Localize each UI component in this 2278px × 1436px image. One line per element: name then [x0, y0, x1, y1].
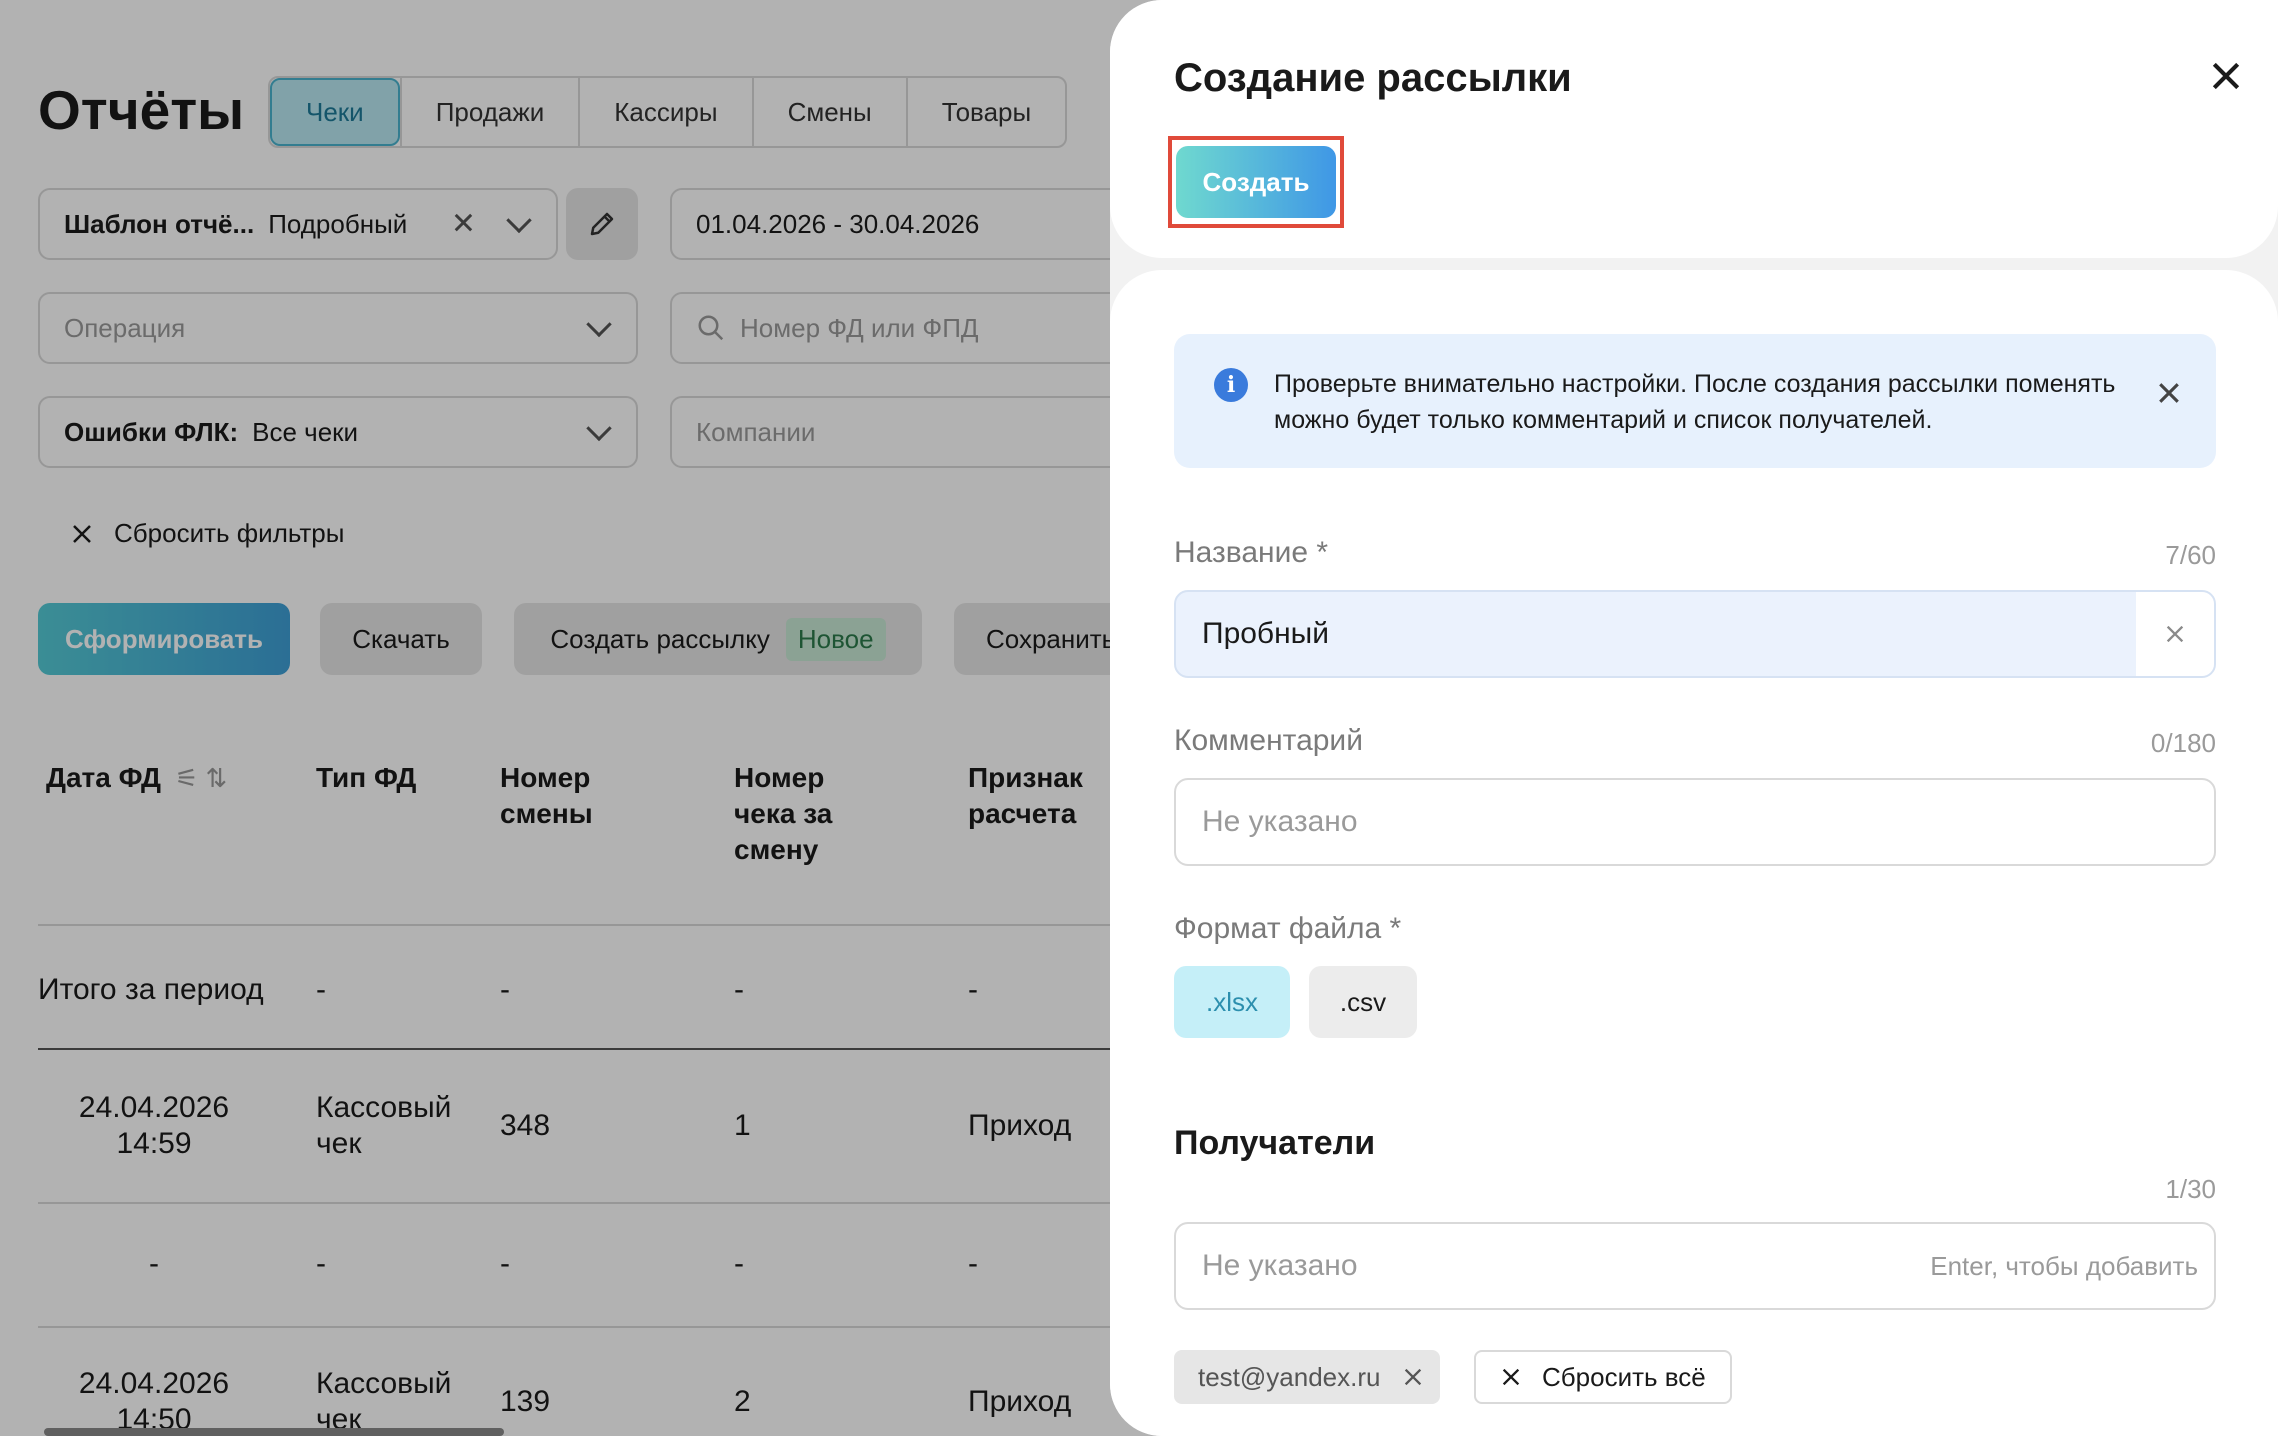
comment-label: Комментарий	[1174, 724, 1363, 757]
close-icon[interactable]	[1402, 1366, 1424, 1388]
comment-counter: 0/180	[2150, 728, 2216, 758]
info-icon: i	[1214, 368, 1248, 402]
name-counter: 7/60	[2165, 540, 2216, 570]
close-icon[interactable]	[2206, 56, 2246, 96]
close-icon	[2166, 625, 2184, 643]
name-value: Пробный	[1202, 617, 1330, 650]
format-csv-button[interactable]: .csv	[1309, 966, 1417, 1038]
info-banner: i Проверьте внимательно настройки. После…	[1174, 334, 2216, 468]
comment-placeholder: Не указано	[1202, 805, 1358, 838]
format-xlsx-button[interactable]: .xlsx	[1174, 966, 1290, 1038]
name-input[interactable]: Пробный	[1174, 590, 2216, 678]
create-mailing-drawer: Создание рассылки Создать i Проверьте вн…	[1110, 0, 2278, 1436]
recipients-input[interactable]: Не указано Enter, чтобы добавить	[1174, 1222, 2216, 1310]
drawer-header: Создание рассылки Создать	[1110, 0, 2278, 258]
name-label: Название *	[1174, 536, 1329, 569]
drawer-title: Создание рассылки	[1174, 56, 1572, 100]
comment-input[interactable]: Не указано	[1174, 778, 2216, 866]
recipients-counter: 1/30	[2165, 1174, 2216, 1204]
create-button[interactable]: Создать	[1176, 146, 1336, 218]
close-icon	[1502, 1368, 1520, 1386]
recipient-email: test@yandex.ru	[1198, 1361, 1381, 1392]
recipient-tag: test@yandex.ru	[1174, 1350, 1441, 1404]
recipients-placeholder: Не указано	[1202, 1249, 1358, 1282]
reset-all-label: Сбросить всё	[1542, 1361, 1706, 1392]
clear-name-button[interactable]	[2136, 592, 2214, 676]
reset-all-button[interactable]: Сбросить всё	[1474, 1350, 1732, 1404]
recipients-title: Получатели	[1174, 1124, 1376, 1162]
format-label: Формат файла *	[1174, 912, 1402, 945]
close-icon[interactable]	[2154, 378, 2184, 408]
info-text: Проверьте внимательно настройки. После с…	[1274, 370, 2116, 434]
recipients-hint: Enter, чтобы добавить	[1930, 1250, 2198, 1281]
